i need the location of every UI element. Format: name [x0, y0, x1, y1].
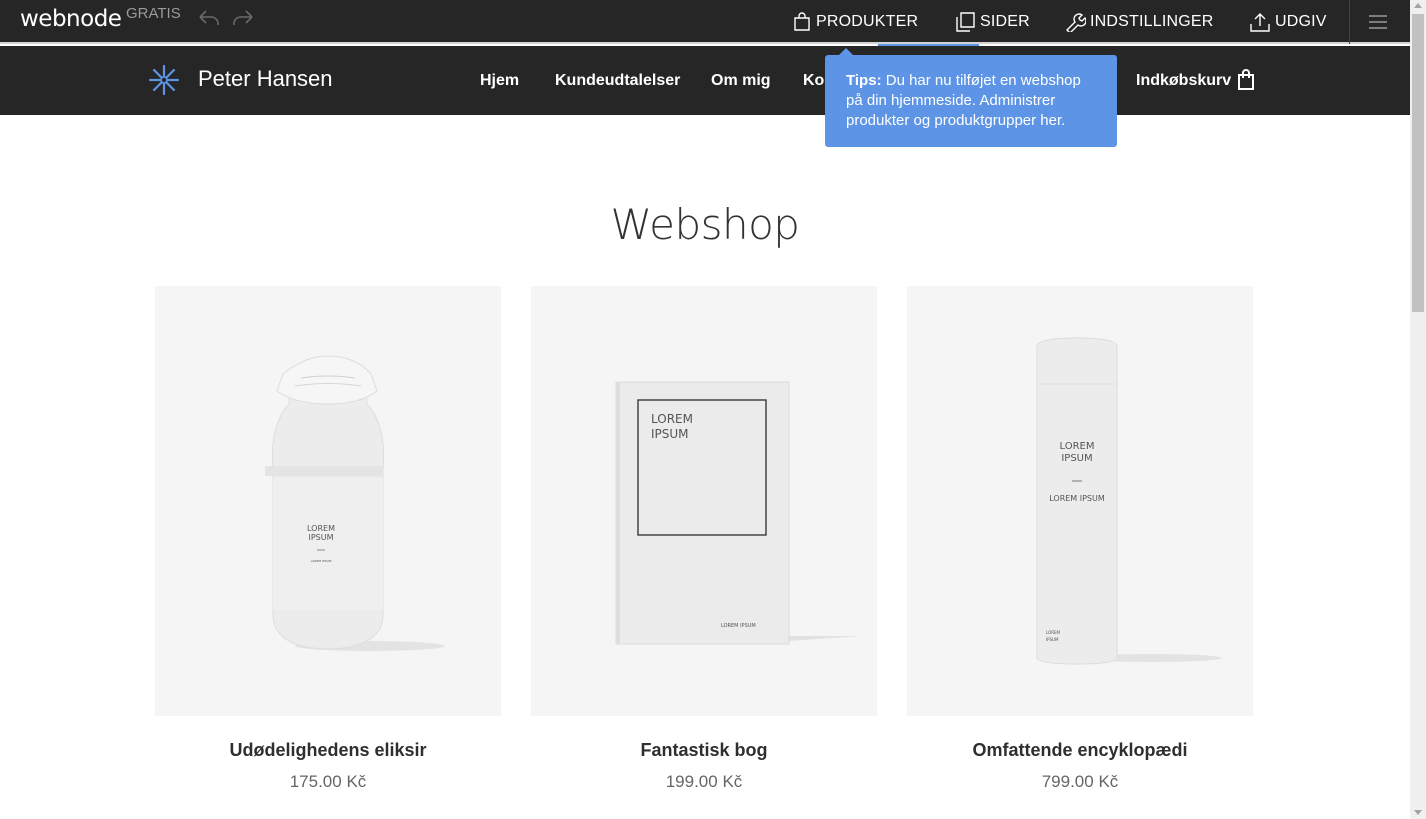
produkter-label: PRODUKTER — [816, 13, 919, 30]
product-card[interactable]: LOREM IPSUM LOREM IPSUM Fantastisk bog 1… — [531, 286, 877, 792]
sider-button[interactable]: SIDER — [954, 0, 1030, 44]
upload-icon — [1250, 13, 1270, 32]
product-name[interactable]: Udødelighedens eliksir — [155, 740, 501, 761]
product-price: 799.00 Kč — [1041, 772, 1119, 791]
product-label-main: LOREM — [307, 524, 335, 533]
product-label-sub: IPSUM — [1061, 453, 1092, 464]
site-header: Peter Hansen Hjem Kundeudtalelser Om mig… — [0, 46, 1410, 115]
udgiv-button[interactable]: UDGIV — [1249, 0, 1327, 44]
scroll-down-arrow-icon[interactable] — [1414, 810, 1422, 815]
product-label-tiny: IPSUM — [1046, 637, 1059, 642]
scroll-up-arrow-icon[interactable] — [1414, 3, 1422, 8]
redo-icon[interactable] — [230, 8, 256, 30]
product-label-main: LOREM — [651, 412, 693, 426]
pages-icon — [956, 12, 975, 32]
product-label-small: LOREM IPSUM — [311, 559, 332, 563]
product-image[interactable]: LOREM IPSUM LOREM IPSUM — [531, 286, 877, 716]
page-title: Webshop — [610, 200, 800, 249]
product-label-small: LOREM IPSUM — [721, 623, 756, 629]
vertical-scrollbar[interactable] — [1410, 0, 1426, 819]
product-card[interactable]: LOREM IPSUM LOREM IPSUM LOREM IPSUM Omfa… — [907, 286, 1253, 792]
scrollbar-thumb[interactable] — [1412, 14, 1424, 312]
produkter-button[interactable]: PRODUKTER — [792, 0, 918, 44]
undo-icon[interactable] — [196, 8, 222, 30]
udgiv-label: UDGIV — [1275, 13, 1327, 30]
nav-item-hjem[interactable]: Hjem — [480, 72, 519, 90]
product-name[interactable]: Fantastisk bog — [531, 740, 877, 761]
nav-item-kundeudtalelser[interactable]: Kundeudtalelser — [555, 72, 680, 90]
product-image[interactable]: LOREM IPSUM LOREM IPSUM LOREM IPSUM — [907, 286, 1253, 716]
tooltip-arrow — [839, 48, 853, 55]
toolbar-divider — [1349, 0, 1350, 44]
shopping-bag-icon[interactable] — [1237, 69, 1255, 91]
product-label-main: LOREM — [1060, 441, 1095, 452]
editor-toolbar: webnode GRATIS PRODUKTER SIDER INDSTILLI… — [0, 0, 1410, 44]
product-card[interactable]: LOREM IPSUM LOREM IPSUM Udødelighedens e… — [155, 286, 501, 792]
tips-tooltip[interactable]: Tips: Du har nu tilføjet en webshop på d… — [825, 55, 1117, 147]
webnode-logo[interactable]: webnode — [20, 6, 122, 32]
site-title[interactable]: Peter Hansen — [198, 66, 333, 92]
nav-item-cart[interactable]: Indkøbskurv — [1136, 72, 1231, 90]
wrench-icon — [1066, 13, 1086, 32]
hamburger-menu-icon[interactable] — [1366, 12, 1390, 32]
product-label-sub: IPSUM — [651, 427, 689, 441]
plan-badge: GRATIS — [126, 5, 181, 22]
snowflake-logo-icon[interactable] — [146, 62, 182, 98]
product-label-small: LOREM IPSUM — [1049, 494, 1105, 503]
nav-item-om-mig[interactable]: Om mig — [711, 72, 771, 90]
product-price: 199.00 Kč — [665, 772, 743, 791]
product-image[interactable]: LOREM IPSUM LOREM IPSUM — [155, 286, 501, 716]
product-name[interactable]: Omfattende encyklopædi — [907, 740, 1253, 761]
product-label-sub: IPSUM — [308, 533, 333, 542]
indstillinger-button[interactable]: INDSTILLINGER — [1064, 0, 1214, 44]
book-illustration: LOREM IPSUM LOREM IPSUM — [615, 381, 861, 645]
indstillinger-label: INDSTILLINGER — [1090, 13, 1214, 30]
product-price: 175.00 Kč — [289, 772, 367, 791]
bottle-illustration: LOREM IPSUM LOREM IPSUM — [265, 355, 445, 651]
tooltip-text: Du har nu tilføjet en webshop på din hje… — [846, 72, 1081, 129]
sider-label: SIDER — [980, 13, 1030, 30]
shopping-bag-icon — [794, 12, 810, 31]
product-label-tiny: LOREM — [1046, 630, 1061, 635]
tube-illustration: LOREM IPSUM LOREM IPSUM LOREM IPSUM — [1036, 337, 1222, 665]
tooltip-label: Tips: — [846, 72, 882, 89]
